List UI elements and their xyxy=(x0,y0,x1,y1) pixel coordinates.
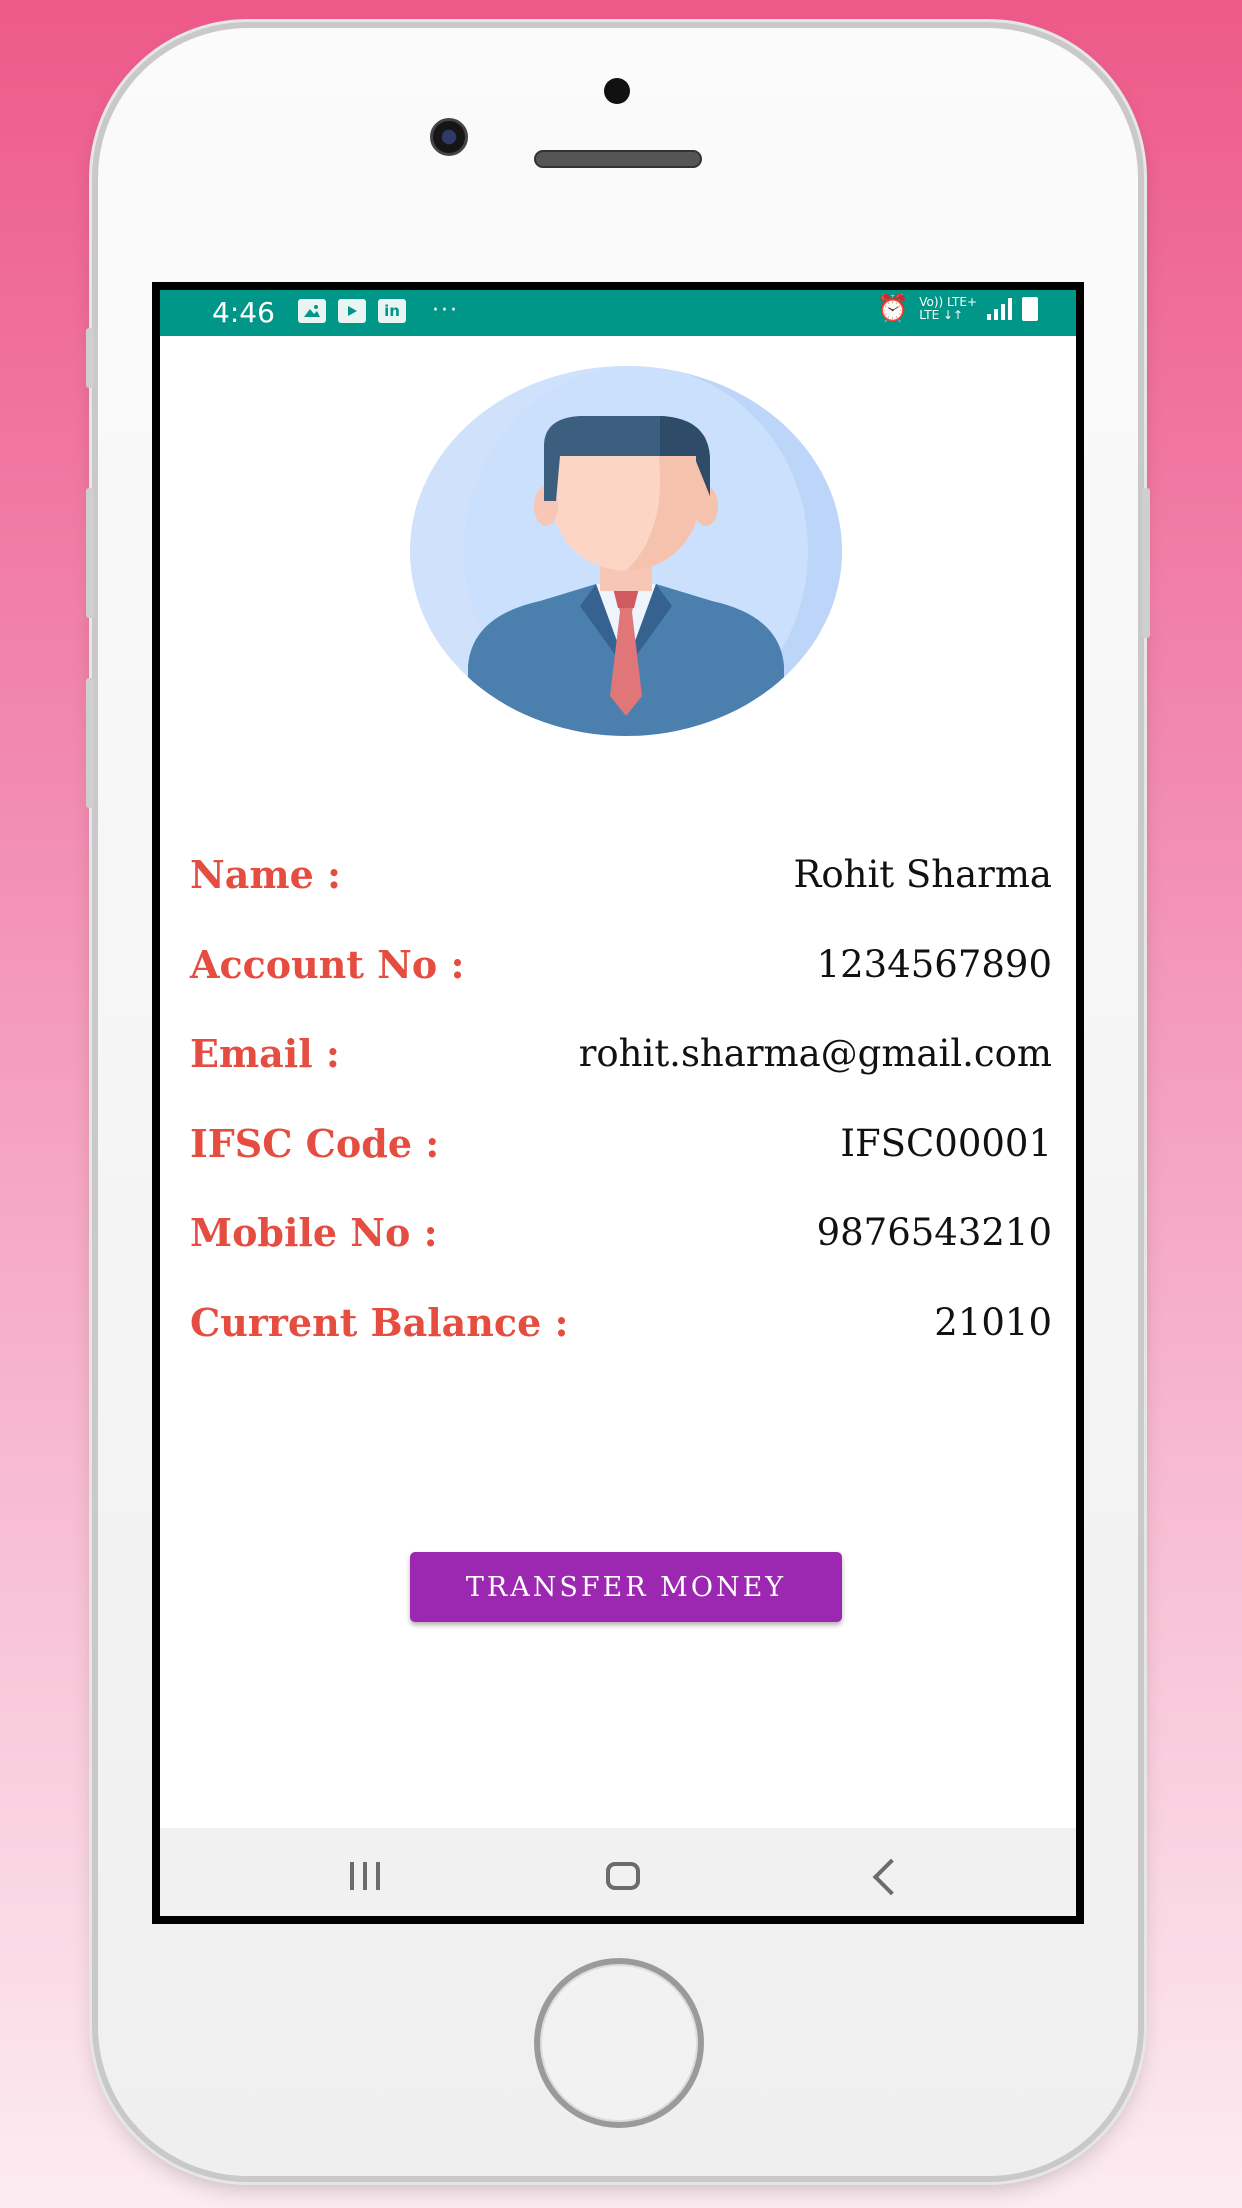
linkedin-icon: in xyxy=(378,298,406,323)
recent-apps-icon[interactable] xyxy=(350,1862,380,1890)
detail-row-mobile: Mobile No : 9876543210 xyxy=(190,1188,1052,1278)
notification-icons: in ··· xyxy=(298,298,459,323)
signal-strength-icon xyxy=(987,298,1012,320)
more-notifications-icon: ··· xyxy=(432,298,459,323)
name-value: Rohit Sharma xyxy=(793,853,1053,897)
power-button xyxy=(1142,488,1150,638)
youtube-icon xyxy=(338,298,366,323)
email-label: Email : xyxy=(190,1031,340,1077)
home-nav-icon[interactable] xyxy=(606,1862,640,1890)
silent-switch xyxy=(86,328,94,388)
name-label: Name : xyxy=(190,852,341,898)
email-value: rohit.sharma@gmail.com xyxy=(578,1032,1052,1076)
ifsc-value: IFSC00001 xyxy=(840,1121,1052,1165)
businessman-avatar-icon xyxy=(410,366,842,736)
physical-home-button[interactable] xyxy=(534,1958,704,2128)
volume-up-button xyxy=(86,488,94,618)
detail-row-email: Email : rohit.sharma@gmail.com xyxy=(190,1009,1052,1099)
current-balance-label: Current Balance : xyxy=(190,1299,569,1345)
front-camera xyxy=(430,118,468,156)
transfer-money-button[interactable]: TRANSFER MONEY xyxy=(410,1552,842,1622)
alarm-icon: ⏰ xyxy=(876,294,910,324)
navigation-bar xyxy=(160,1828,1076,1916)
earpiece-speaker xyxy=(534,150,702,168)
account-no-label: Account No : xyxy=(190,941,465,987)
ifsc-label: IFSC Code : xyxy=(190,1120,440,1166)
volume-down-button xyxy=(86,678,94,808)
detail-row-name: Name : Rohit Sharma xyxy=(190,830,1052,920)
account-details: Name : Rohit Sharma Account No : 1234567… xyxy=(190,830,1052,1367)
mobile-no-value: 9876543210 xyxy=(816,1211,1052,1255)
battery-icon xyxy=(1022,297,1038,321)
account-no-value: 1234567890 xyxy=(816,942,1052,986)
detail-row-balance: Current Balance : 21010 xyxy=(190,1278,1052,1368)
detail-row-account-no: Account No : 1234567890 xyxy=(190,920,1052,1010)
back-nav-icon[interactable] xyxy=(872,1858,910,1896)
status-time: 4:46 xyxy=(212,296,275,329)
gallery-icon xyxy=(298,298,326,323)
current-balance-value: 21010 xyxy=(934,1300,1052,1344)
system-status-icons: ⏰ Vo)) LTE+ LTE ↓↑ xyxy=(877,296,1038,322)
detail-row-ifsc: IFSC Code : IFSC00001 xyxy=(190,1099,1052,1189)
mobile-no-label: Mobile No : xyxy=(190,1210,438,1256)
network-type-label: Vo)) LTE+ LTE ↓↑ xyxy=(919,295,977,322)
status-bar: 4:46 in ··· ⏰ Vo)) LTE+ LTE ↓↑ xyxy=(160,290,1076,336)
phone-screen: 4:46 in ··· ⏰ Vo)) LTE+ LTE ↓↑ Name: Ro… xyxy=(152,282,1084,1924)
proximity-sensor xyxy=(604,78,630,104)
